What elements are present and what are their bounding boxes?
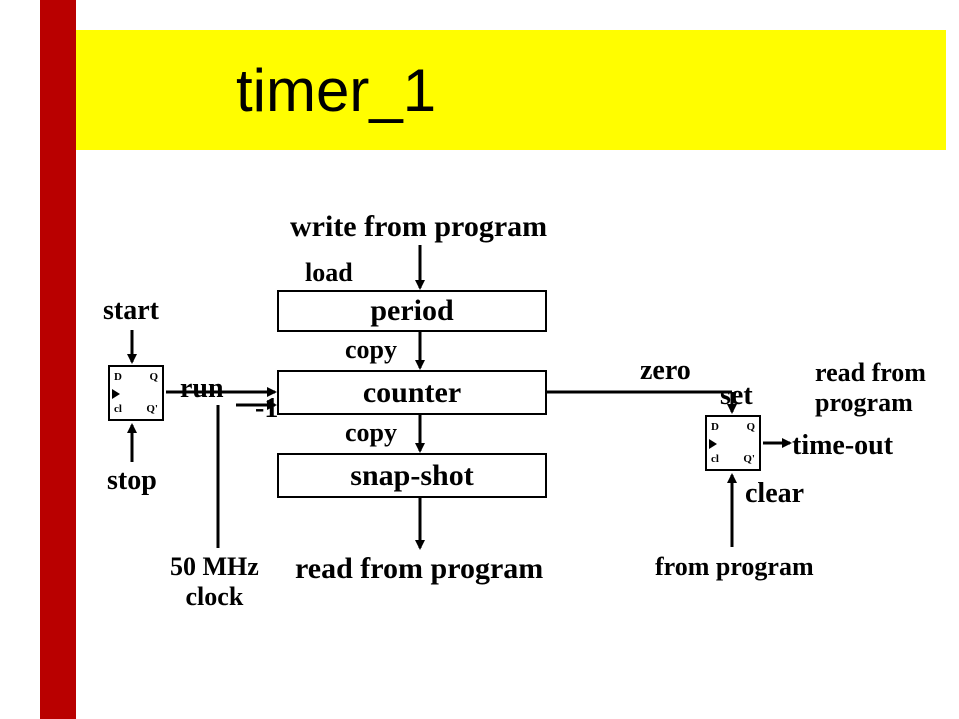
diagram: write from program load period copy coun… xyxy=(0,0,959,719)
arrows-svg xyxy=(0,0,959,719)
